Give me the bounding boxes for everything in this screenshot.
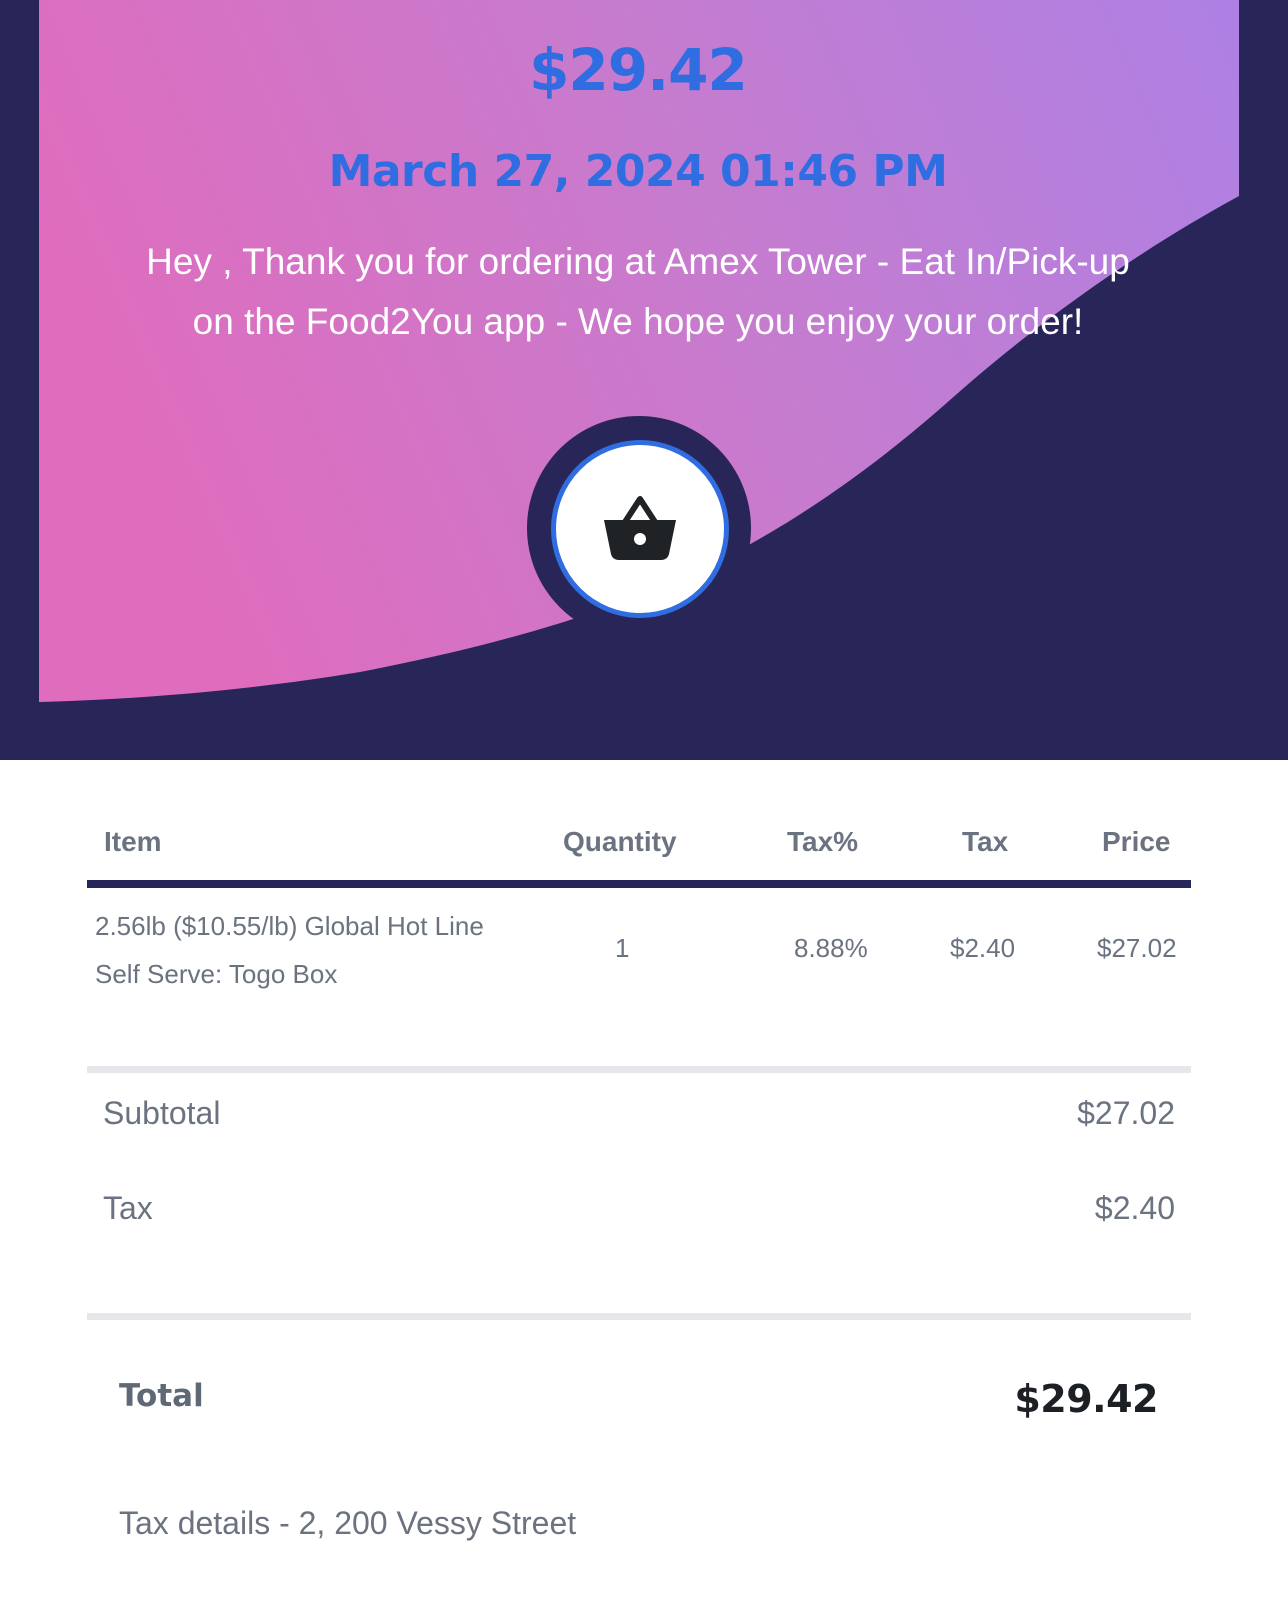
receipt-hero: $29.42 March 27, 2024 01:46 PM Hey , Tha… <box>0 0 1288 760</box>
table-row-tax: $2.40 <box>950 933 1016 963</box>
subtotal-value: $27.02 <box>1077 1095 1175 1131</box>
col-header-price: Price <box>1102 826 1171 857</box>
items-divider <box>87 1066 1191 1073</box>
item-name-line-2: Self Serve: Togo Box <box>95 959 338 989</box>
table-row-quantity: 1 <box>615 933 630 963</box>
total-label: Total <box>119 1378 204 1414</box>
tax-label: Tax <box>103 1190 153 1226</box>
total-value: $29.42 <box>1014 1377 1158 1421</box>
tax-value: $2.40 <box>1094 1190 1175 1226</box>
shopping-basket-icon <box>604 496 676 560</box>
table-header-divider <box>87 880 1191 888</box>
tax-details: Tax details - 2, 200 Vessy Street <box>119 1505 577 1541</box>
col-header-item: Item <box>104 826 162 857</box>
table-row-price: $27.02 <box>1097 933 1177 963</box>
order-amount: $29.42 <box>529 36 748 104</box>
summary-divider <box>87 1313 1191 1320</box>
col-header-quantity: Quantity <box>563 826 677 857</box>
col-header-tax-percent: Tax% <box>787 826 859 857</box>
thank-you-line-1: Hey , Thank you for ordering at Amex Tow… <box>146 241 1130 282</box>
item-name-line-1: 2.56lb ($10.55/lb) Global Hot Line <box>95 911 484 941</box>
subtotal-label: Subtotal <box>103 1095 221 1131</box>
thank-you-message: Hey , Thank you for ordering at Amex Tow… <box>100 232 1176 352</box>
order-datetime: March 27, 2024 01:46 PM <box>328 146 948 197</box>
gradient-wave <box>39 0 1239 702</box>
basket-badge <box>551 440 729 618</box>
thank-you-line-2: on the Food2You app - We hope you enjoy … <box>192 301 1084 342</box>
col-header-tax: Tax <box>962 826 1009 857</box>
table-row-tax-percent: 8.88% <box>794 933 868 963</box>
table-row-item: 2.56lb ($10.55/lb) Global Hot Line Self … <box>95 902 535 998</box>
